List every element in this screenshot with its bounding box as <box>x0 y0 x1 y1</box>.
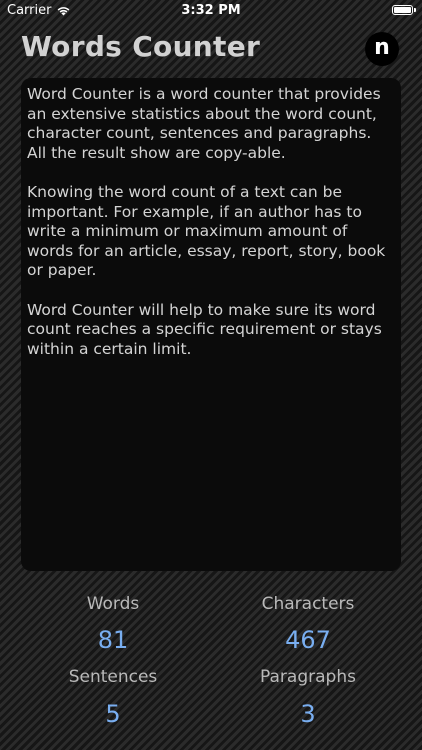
paragraphs-label: Paragraphs <box>260 667 356 687</box>
text-paragraph-2: Knowing the word count of a text can be … <box>27 183 386 279</box>
status-bar: Carrier 3:32 PM <box>0 0 422 22</box>
text-paragraph-3: Word Counter will help to make sure its … <box>27 300 382 358</box>
app-title: Words Counter <box>21 30 261 63</box>
words-value[interactable]: 81 <box>18 626 208 654</box>
sentences-label: Sentences <box>68 667 158 687</box>
logo-letter: n <box>374 35 390 60</box>
paragraphs-value[interactable]: 3 <box>213 700 403 728</box>
text-paragraph-1: Word Counter is a word counter that prov… <box>27 85 381 162</box>
sentences-value[interactable]: 5 <box>18 700 208 728</box>
characters-value[interactable]: 467 <box>213 626 403 654</box>
logo-button[interactable]: n <box>365 32 399 66</box>
text-input-area[interactable]: Word Counter is a word counter that prov… <box>21 78 401 571</box>
characters-label: Characters <box>261 594 355 614</box>
status-time: 3:32 PM <box>181 3 241 18</box>
battery-level <box>394 7 411 13</box>
words-label: Words <box>86 594 140 614</box>
battery-icon <box>392 5 416 15</box>
